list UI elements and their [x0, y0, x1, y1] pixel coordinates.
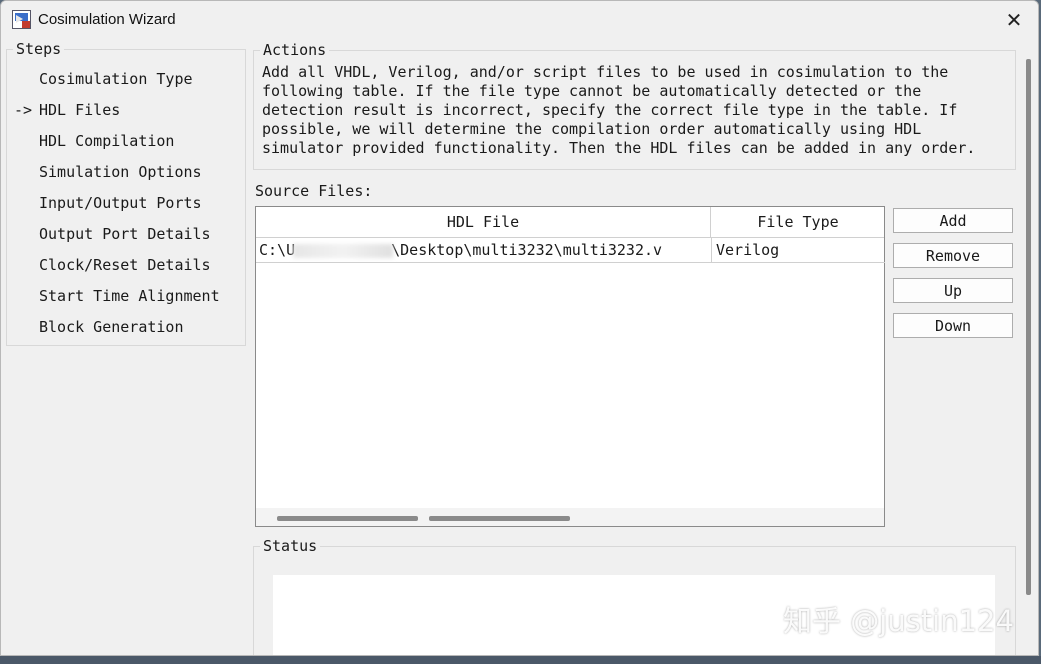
table-row[interactable]: C:\U \Desktop\multi3232\multi3232.v Veril… — [256, 238, 885, 263]
hdl-file-path-start: C:\U — [259, 241, 296, 259]
column-header-file-type[interactable]: File Type — [711, 207, 885, 237]
vertical-scrollbar[interactable] — [1023, 41, 1037, 655]
background-strip — [0, 656, 1041, 664]
step-label: Simulation Options — [39, 163, 202, 181]
table-header: HDL File File Type — [256, 207, 884, 238]
cosimulation-app-icon — [12, 10, 31, 29]
source-files-label: Source Files: — [255, 182, 373, 200]
step-item: Start Time Alignment — [7, 281, 245, 312]
scrollbar-thumb[interactable] — [1026, 59, 1031, 595]
step-item: Output Port Details — [7, 219, 245, 250]
window-title: Cosimulation Wizard — [38, 11, 176, 28]
actions-legend: Actions — [263, 41, 327, 59]
step-label: Cosimulation Type — [39, 70, 193, 88]
step-item: Clock/Reset Details — [7, 250, 245, 281]
step-item: Block Generation — [7, 312, 245, 343]
step-label: Input/Output Ports — [39, 194, 202, 212]
steps-list: Cosimulation Type -> HDL Files HDL Compilat… — [7, 64, 245, 343]
step-label: HDL Compilation — [39, 132, 175, 150]
step-item: -> HDL Files — [7, 95, 245, 126]
step-item: Cosimulation Type — [7, 64, 245, 95]
add-button[interactable]: Add — [893, 208, 1013, 233]
actions-description: Add all VHDL, Verilog, and/or script fil… — [262, 63, 976, 157]
down-button[interactable]: Down — [893, 313, 1013, 338]
cosimulation-wizard-window: Cosimulation Wizard ✕ Steps Cosimulation… — [0, 0, 1039, 656]
step-label: Start Time Alignment — [39, 287, 220, 305]
redacted-username — [293, 243, 394, 258]
step-item: Simulation Options — [7, 157, 245, 188]
up-button[interactable]: Up — [893, 278, 1013, 303]
source-files-table[interactable]: HDL File File Type C:\U \Desktop\multi323… — [255, 206, 885, 527]
step-label: Clock/Reset Details — [39, 256, 211, 274]
file-type-cell[interactable]: Verilog — [711, 238, 885, 262]
step-item: HDL Compilation — [7, 126, 245, 157]
remove-button[interactable]: Remove — [893, 243, 1013, 268]
close-icon[interactable]: ✕ — [998, 5, 1030, 35]
steps-legend: Steps — [16, 40, 62, 58]
hdl-file-cell[interactable]: C:\U \Desktop\multi3232\multi3232.v — [259, 238, 709, 262]
column-header-hdl-file[interactable]: HDL File — [256, 207, 711, 237]
step-label: Block Generation — [39, 318, 184, 336]
step-label: Output Port Details — [39, 225, 211, 243]
scrollbar-thumb[interactable] — [429, 516, 570, 521]
title-bar: Cosimulation Wizard ✕ — [1, 1, 1038, 39]
step-item: Input/Output Ports — [7, 188, 245, 219]
watermark: 知乎 @justin124 — [783, 604, 1014, 638]
horizontal-scrollbar[interactable] — [256, 508, 884, 526]
hdl-file-path-end: \Desktop\multi3232\multi3232.v — [391, 241, 663, 259]
scrollbar-thumb[interactable] — [277, 516, 418, 521]
step-label: HDL Files — [39, 101, 121, 119]
status-legend: Status — [263, 537, 318, 555]
actions-panel: Actions Add all VHDL, Verilog, and/or sc… — [253, 41, 1016, 170]
steps-panel: Steps Cosimulation Type -> HDL Files HDL Co… — [6, 40, 246, 346]
current-step-arrow-icon: -> — [14, 101, 33, 119]
